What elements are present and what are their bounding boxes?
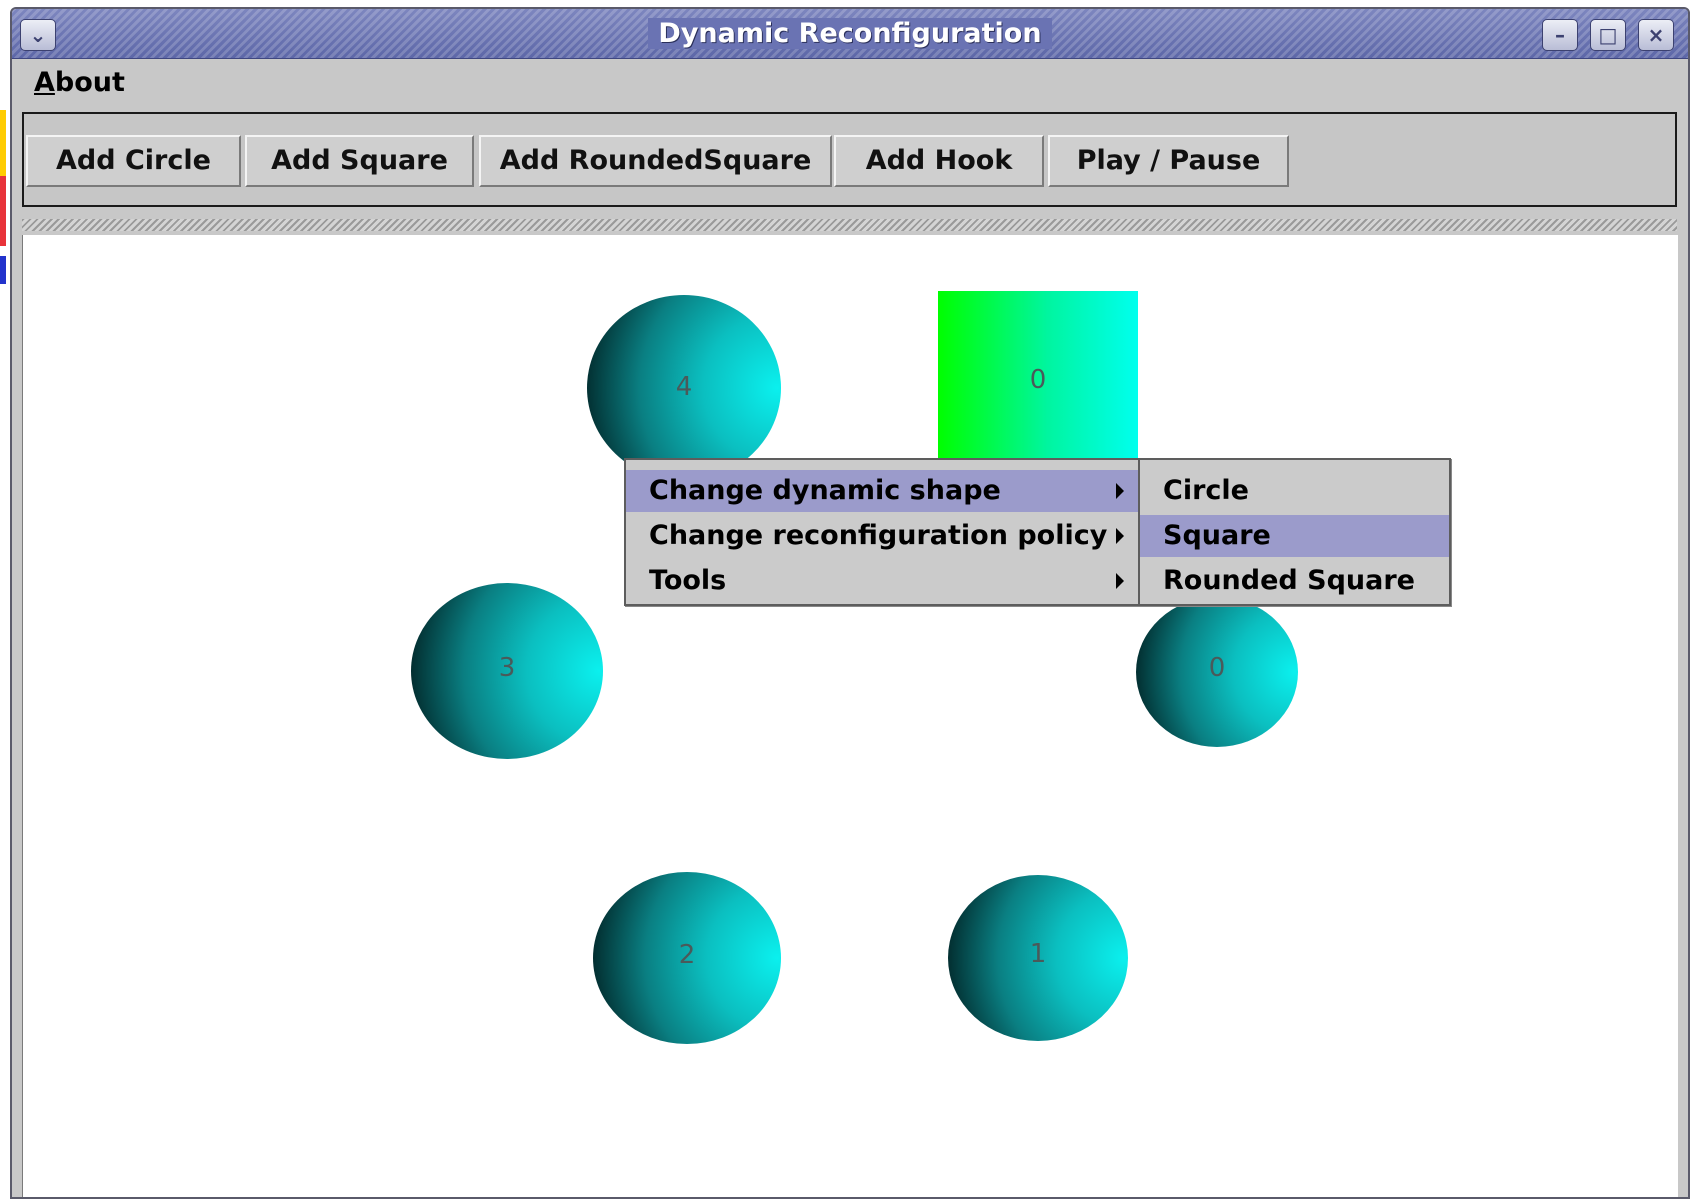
drawing-canvas[interactable]: 4 0 3 0 2 1 <box>22 235 1678 1197</box>
window-title-text: Dynamic Reconfiguration <box>648 18 1052 49</box>
circle-shape[interactable]: 0 <box>1136 597 1298 747</box>
play-pause-button[interactable]: Play / Pause <box>1048 135 1289 187</box>
maximize-button[interactable]: □ <box>1590 19 1626 51</box>
window-title: Dynamic Reconfiguration <box>12 9 1688 59</box>
submenu-item-rounded-square[interactable]: Rounded Square <box>1140 560 1449 602</box>
submenu-item-square[interactable]: Square <box>1140 515 1449 557</box>
circle-shape[interactable]: 2 <box>593 872 781 1044</box>
submenu-arrow-icon <box>1116 528 1124 544</box>
close-button[interactable]: × <box>1638 19 1674 51</box>
add-square-button[interactable]: Add Square <box>245 135 474 187</box>
menu-item-label: Change reconfiguration policy <box>649 520 1108 551</box>
minimize-button[interactable]: – <box>1542 19 1578 51</box>
menu-about-mnemonic: A <box>34 67 55 98</box>
circle-shape[interactable]: 1 <box>948 875 1128 1041</box>
menu-item-label: Change dynamic shape <box>649 475 1001 506</box>
circle-label: 2 <box>678 940 696 970</box>
circle-label: 4 <box>675 372 693 402</box>
menu-item-tools[interactable]: Tools <box>626 560 1138 602</box>
circle-label: 0 <box>1208 653 1226 683</box>
context-menu: Change dynamic shape Change reconfigurat… <box>624 458 1140 606</box>
add-hook-button[interactable]: Add Hook <box>834 135 1044 187</box>
submenu-arrow-icon <box>1116 573 1124 589</box>
add-rounded-square-button[interactable]: Add RoundedSquare <box>479 135 832 187</box>
toolbar: Add Circle Add Square Add RoundedSquare … <box>22 112 1677 207</box>
close-icon: × <box>1647 23 1665 47</box>
circle-shape[interactable]: 3 <box>411 583 603 759</box>
menu-item-change-reconfiguration-policy[interactable]: Change reconfiguration policy <box>626 515 1138 557</box>
menu-about-label: bout <box>54 67 125 98</box>
edge-strip-blue <box>0 256 6 284</box>
edge-strip-red <box>0 176 6 246</box>
shape-submenu: Circle Square Rounded Square <box>1138 458 1451 606</box>
circle-label: 3 <box>498 653 516 683</box>
square-shape[interactable]: 0 <box>938 291 1138 461</box>
toolbar-grip[interactable] <box>22 219 1677 231</box>
maximize-icon: □ <box>1598 23 1618 47</box>
title-bar[interactable]: ⌄ Dynamic Reconfiguration – □ × <box>12 9 1688 59</box>
square-label: 0 <box>1029 365 1047 395</box>
menu-bar: About <box>12 59 1688 111</box>
submenu-item-circle[interactable]: Circle <box>1140 470 1449 512</box>
edge-strip-yellow <box>0 110 6 176</box>
menu-about[interactable]: About <box>34 67 125 98</box>
menu-item-label: Tools <box>649 565 727 596</box>
circle-label: 1 <box>1029 939 1047 969</box>
circle-shape[interactable]: 4 <box>587 295 781 481</box>
submenu-arrow-icon <box>1116 483 1124 499</box>
menu-item-change-dynamic-shape[interactable]: Change dynamic shape <box>626 470 1138 512</box>
minimize-icon: – <box>1555 23 1565 47</box>
add-circle-button[interactable]: Add Circle <box>26 135 241 187</box>
